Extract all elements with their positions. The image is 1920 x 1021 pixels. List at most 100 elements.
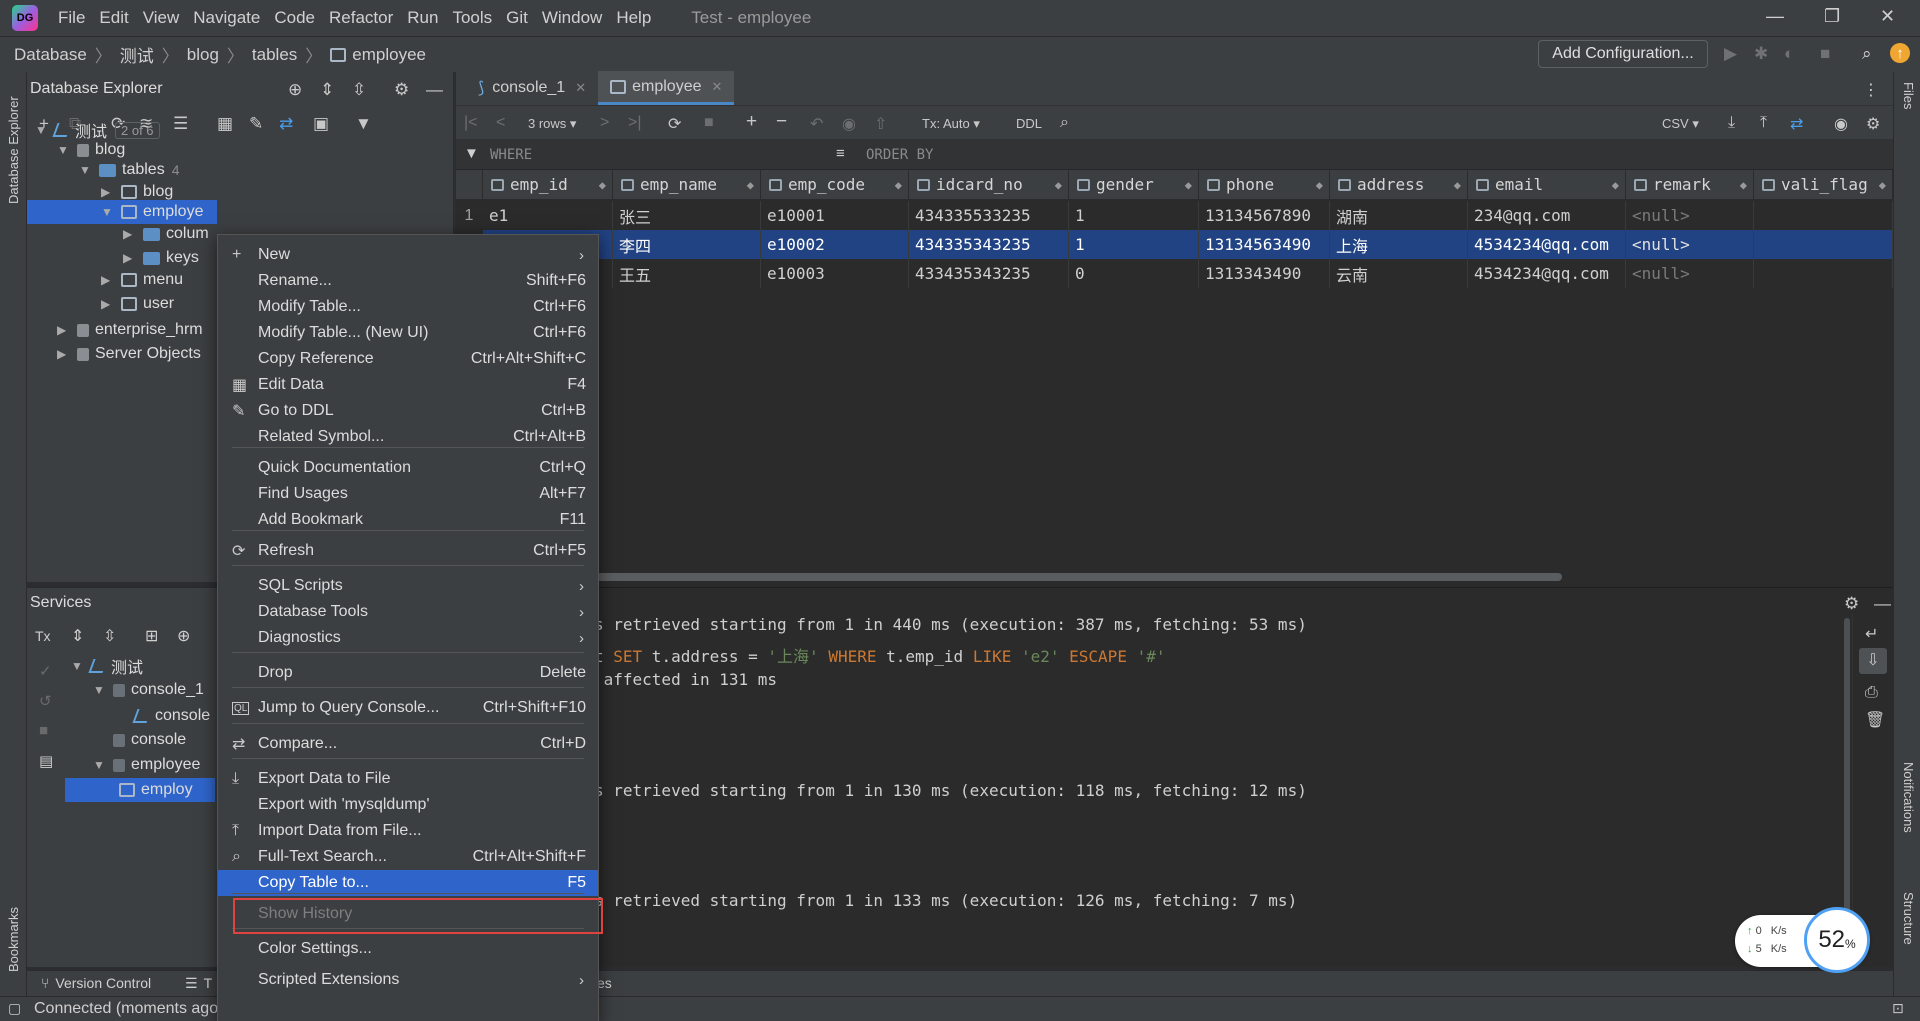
column-header[interactable]: phone ◆: [1199, 170, 1330, 200]
breadcrumb-item[interactable]: blog: [187, 45, 219, 65]
table-cell[interactable]: <null>: [1626, 230, 1754, 259]
menu-item-color-settings[interactable]: Color Settings...: [218, 936, 598, 962]
service-node-employee-table[interactable]: employ: [65, 778, 215, 802]
tree-node-tables[interactable]: ▼ tables 4: [79, 158, 180, 182]
table-cell[interactable]: [1754, 201, 1893, 230]
trash-icon[interactable]: 🗑: [1865, 710, 1885, 730]
table-cell[interactable]: 李四: [613, 230, 761, 259]
table-cell[interactable]: 张三: [613, 201, 761, 230]
expand-all-icon[interactable]: ⇕: [320, 80, 334, 100]
cancel-icon[interactable]: ■: [704, 114, 714, 132]
table-cell[interactable]: 1: [1069, 201, 1199, 230]
close-tab-icon[interactable]: ✕: [575, 80, 586, 96]
debug-icon[interactable]: ✱: [1754, 44, 1768, 64]
table-cell[interactable]: 13134563490: [1199, 230, 1330, 259]
gear-icon[interactable]: ⚙: [1844, 594, 1859, 614]
order-by-input[interactable]: ORDER BY: [866, 147, 933, 163]
search-icon[interactable]: ⌕: [1060, 114, 1069, 132]
menu-edit[interactable]: Edit: [99, 8, 128, 28]
search-icon[interactable]: ⌕: [1862, 44, 1872, 64]
table-cell[interactable]: 王五: [613, 259, 761, 288]
prev-page-icon[interactable]: <: [496, 114, 505, 132]
menu-item-database-tools[interactable]: Database Tools ›: [218, 599, 598, 625]
collapse-all-icon[interactable]: ⇳: [352, 80, 366, 100]
service-node-console-1[interactable]: ▼ console_1: [93, 678, 204, 702]
rollback-icon[interactable]: ↺: [39, 692, 52, 710]
gear-icon[interactable]: ⚙: [1866, 114, 1880, 134]
menu-item-scripted-extensions[interactable]: Scripted Extensions ›: [218, 967, 598, 993]
breadcrumb-item[interactable]: 测试: [120, 42, 154, 67]
next-page-icon[interactable]: >: [600, 114, 609, 132]
scroll-to-end-icon[interactable]: ⇩: [1859, 648, 1887, 674]
menu-help[interactable]: Help: [616, 8, 651, 28]
table-cell[interactable]: 234@qq.com: [1468, 201, 1626, 230]
compare-icon[interactable]: ⇄: [279, 114, 293, 134]
menu-item-export-mysqldump[interactable]: Export with 'mysqldump': [218, 792, 598, 818]
breadcrumb-item[interactable]: employee: [352, 45, 426, 65]
menu-item-modify-table-new-ui[interactable]: Modify Table... (New UI) Ctrl+F6: [218, 320, 598, 346]
lock-icon[interactable]: ⊡: [1892, 1000, 1904, 1017]
database-explorer-stripe-button[interactable]: Database Explorer: [6, 84, 21, 204]
tab-employee[interactable]: employee ✕: [598, 71, 735, 105]
vertical-scrollbar[interactable]: [1844, 618, 1850, 948]
menu-item-show-history[interactable]: Show History: [218, 901, 598, 927]
column-header[interactable]: emp_code ◆: [761, 170, 909, 200]
menu-item-modify-table[interactable]: Modify Table... Ctrl+F6: [218, 294, 598, 320]
first-page-icon[interactable]: |<: [464, 114, 478, 132]
database-icon[interactable]: ☰: [173, 114, 188, 134]
table-cell[interactable]: 433435343235: [909, 259, 1069, 288]
more-icon[interactable]: ⋮: [1863, 80, 1879, 100]
gear-icon[interactable]: ⚙: [394, 80, 409, 100]
ddl-button[interactable]: DDL: [1016, 116, 1042, 131]
menu-item-diagnostics[interactable]: Diagnostics ›: [218, 625, 598, 651]
tool-tab[interactable]: ☰ T: [185, 975, 212, 992]
table-cell[interactable]: [1754, 259, 1893, 288]
structure-stripe-button[interactable]: Structure: [1901, 892, 1916, 945]
menu-item-new[interactable]: + New ›: [218, 242, 598, 268]
column-header[interactable]: remark ◆: [1626, 170, 1754, 200]
table-cell[interactable]: <null>: [1626, 259, 1754, 288]
where-input[interactable]: WHERE: [490, 147, 532, 163]
table-cell[interactable]: 4534234@qq.com: [1468, 259, 1626, 288]
table-cell[interactable]: 0: [1069, 259, 1199, 288]
menu-run[interactable]: Run: [407, 8, 438, 28]
table-cell[interactable]: [1754, 230, 1893, 259]
add-configuration-button[interactable]: Add Configuration...: [1538, 40, 1708, 68]
format-dropdown[interactable]: CSV ▾: [1662, 116, 1699, 132]
table-cell[interactable]: 云南: [1330, 259, 1468, 288]
menu-git[interactable]: Git: [506, 8, 528, 28]
close-tab-icon[interactable]: ✕: [711, 79, 722, 95]
group-icon[interactable]: ⊞: [145, 626, 158, 646]
column-header[interactable]: email ◆: [1468, 170, 1626, 200]
locate-icon[interactable]: ⊕: [288, 80, 302, 100]
menu-code[interactable]: Code: [274, 8, 315, 28]
commit-icon[interactable]: ✓: [39, 662, 52, 680]
table-cell[interactable]: <null>: [1626, 201, 1754, 230]
tx-icon[interactable]: Tx: [35, 628, 51, 644]
export-icon[interactable]: ⤓: [1728, 114, 1735, 132]
coverage-icon[interactable]: ◐: [1784, 44, 1794, 64]
compare-icon[interactable]: ⇄: [1790, 114, 1803, 134]
menu-item-go-to-ddl[interactable]: ✎ Go to DDL Ctrl+B: [218, 398, 598, 424]
reload-icon[interactable]: ⟳: [668, 114, 681, 134]
version-control-tab[interactable]: ⑂ Version Control: [41, 975, 151, 991]
column-header[interactable]: emp_id ◆: [483, 170, 613, 200]
column-header[interactable]: vali_flag ◆: [1754, 170, 1893, 200]
column-header[interactable]: idcard_no ◆: [909, 170, 1069, 200]
menu-navigate[interactable]: Navigate: [193, 8, 260, 28]
menu-item-rename[interactable]: Rename... Shift+F6: [218, 268, 598, 294]
breadcrumb-item[interactable]: Database: [14, 45, 87, 65]
table-view-icon[interactable]: ▦: [217, 114, 233, 134]
column-header[interactable]: emp_name ◆: [613, 170, 761, 200]
menu-item-sql-scripts[interactable]: SQL Scripts ›: [218, 573, 598, 599]
menu-item-drop[interactable]: Drop Delete: [218, 660, 598, 686]
tree-node-server-objects[interactable]: ▶ Server Objects: [57, 342, 201, 366]
stop-icon[interactable]: ■: [39, 722, 48, 739]
filter-icon[interactable]: ▼: [355, 114, 372, 134]
submit-icon[interactable]: ⇧: [874, 114, 887, 134]
preview-icon[interactable]: ◉: [842, 114, 856, 134]
table-cell[interactable]: 1313343490: [1199, 259, 1330, 288]
run-icon[interactable]: ▶: [1724, 44, 1737, 64]
collapse-all-icon[interactable]: ⇳: [103, 626, 116, 646]
table-cell[interactable]: 13134567890: [1199, 201, 1330, 230]
